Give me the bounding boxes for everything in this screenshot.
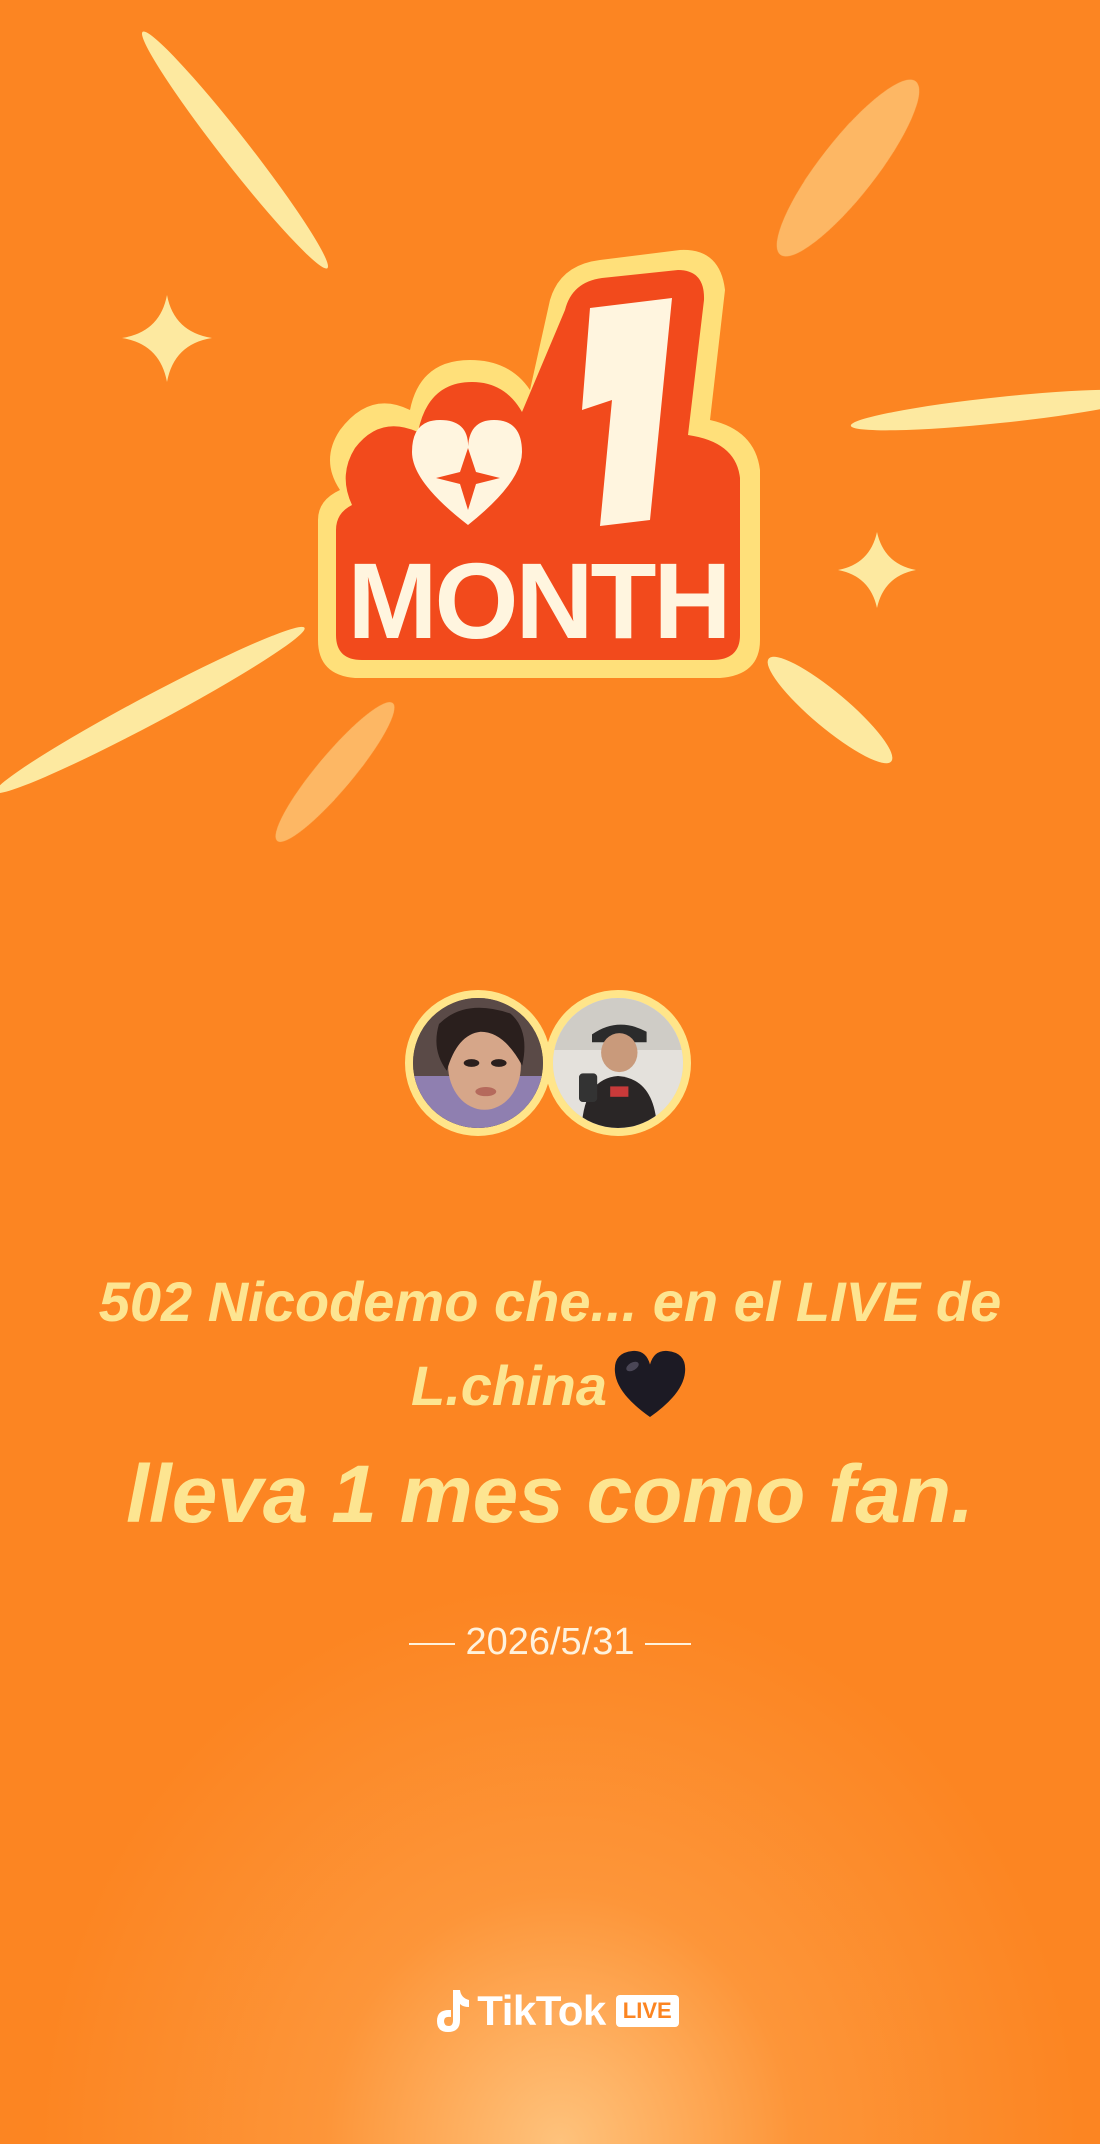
brand-name: TikTok bbox=[477, 1987, 606, 2034]
fan-message-line-1: 502 Nicodemo che... en el LIVE de L.chin… bbox=[60, 1260, 1040, 1428]
one-month-badge: MONTH bbox=[318, 249, 760, 678]
ray-bottom-left-faint bbox=[275, 702, 395, 842]
avatars-group bbox=[405, 990, 695, 1150]
avatar-creator[interactable] bbox=[405, 990, 551, 1136]
ray-top-right-faint bbox=[776, 79, 920, 257]
black-heart-icon bbox=[614, 1350, 686, 1418]
sparkle-right bbox=[838, 532, 916, 608]
date-row: 2026/5/31 bbox=[0, 1612, 1100, 1672]
date-dash-right bbox=[644, 1642, 691, 1645]
anniversary-date: 2026/5/31 bbox=[465, 1621, 635, 1663]
ray-left bbox=[0, 626, 305, 794]
date-dash-left bbox=[409, 1642, 456, 1645]
badge-month-text: MONTH bbox=[348, 540, 729, 661]
tiktok-note-icon bbox=[437, 1990, 470, 2032]
tiktok-live-logo: TikTok LIVE bbox=[410, 1983, 700, 2039]
avatar-fan[interactable] bbox=[545, 990, 691, 1136]
fan-message-text: 502 Nicodemo che... en el LIVE de L.chin… bbox=[98, 1270, 1002, 1417]
fan-anniversary-card: MONTH 502 Nicodemo che... en el LIVE de … bbox=[0, 0, 1100, 2144]
live-tag: LIVE bbox=[615, 1995, 679, 2027]
avatar-fan-photo bbox=[553, 998, 683, 1128]
ray-right bbox=[850, 389, 1100, 431]
fan-duration-text: lleva 1 mes como fan. bbox=[126, 1449, 974, 1540]
sparkle-left bbox=[122, 295, 212, 382]
avatar-creator-photo bbox=[413, 998, 543, 1128]
